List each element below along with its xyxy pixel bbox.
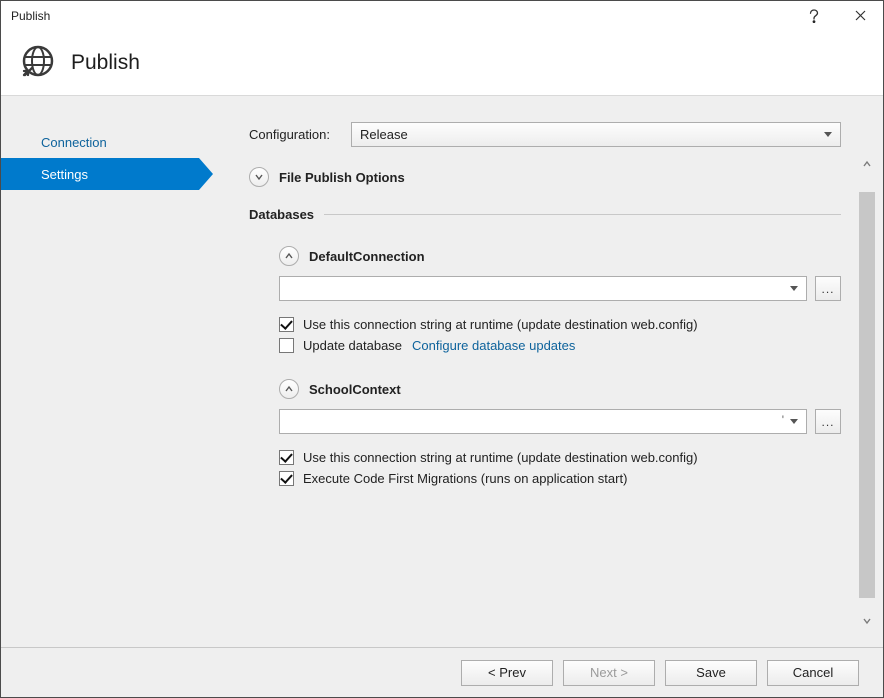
default-update-db-checkbox[interactable]	[279, 338, 294, 353]
school-context-header[interactable]: SchoolContext	[279, 379, 841, 399]
scrollbar-thumb[interactable]	[859, 192, 875, 598]
configuration-row: Configuration: Release	[249, 122, 841, 147]
vertical-scrollbar[interactable]	[859, 156, 875, 629]
scroll-down-icon[interactable]	[859, 613, 875, 629]
prev-button[interactable]: < Prev	[461, 660, 553, 686]
default-connection-browse-button[interactable]: ...	[815, 276, 841, 301]
nav-settings[interactable]: Settings	[1, 158, 199, 190]
default-connection-section: DefaultConnection ... Use this connectio…	[249, 246, 841, 353]
configuration-value: Release	[360, 127, 408, 142]
school-migrations-checkbox[interactable]	[279, 471, 294, 486]
title-bar: Publish	[1, 1, 883, 31]
school-context-title: SchoolContext	[309, 382, 401, 397]
default-use-runtime-label: Use this connection string at runtime (u…	[303, 317, 698, 332]
dialog-footer: < Prev Next > Save Cancel	[1, 647, 883, 697]
scroll-up-icon[interactable]	[859, 156, 875, 172]
wizard-nav: Connection Settings	[1, 96, 199, 647]
school-use-runtime-label: Use this connection string at runtime (u…	[303, 450, 698, 465]
window-title: Publish	[11, 9, 50, 23]
school-migrations-label: Execute Code First Migrations (runs on a…	[303, 471, 627, 486]
dialog-body: Connection Settings Configuration: Relea…	[1, 96, 883, 647]
cancel-button[interactable]: Cancel	[767, 660, 859, 686]
databases-header: Databases	[249, 207, 841, 222]
default-use-runtime-checkbox[interactable]	[279, 317, 294, 332]
banner-title: Publish	[71, 51, 140, 75]
school-use-runtime-checkbox[interactable]	[279, 450, 294, 465]
publish-dialog: Publish Publish Connection Settings	[0, 0, 884, 698]
default-connection-combo[interactable]	[279, 276, 807, 301]
globe-publish-icon	[21, 44, 55, 83]
file-publish-options-header[interactable]: File Publish Options	[249, 167, 841, 187]
school-context-combo[interactable]: '	[279, 409, 807, 434]
quote-icon: '	[782, 413, 784, 427]
divider	[324, 214, 841, 215]
default-update-db-label: Update database	[303, 338, 402, 353]
configure-db-updates-link[interactable]: Configure database updates	[412, 338, 575, 353]
close-button[interactable]	[837, 1, 883, 31]
school-context-section: SchoolContext ' ... Use this connection …	[249, 379, 841, 486]
databases-title: Databases	[249, 207, 314, 222]
help-button[interactable]	[791, 1, 837, 31]
settings-pane: Configuration: Release File Publish Opti…	[199, 96, 883, 647]
chevron-up-icon	[279, 379, 299, 399]
file-publish-options-title: File Publish Options	[279, 170, 405, 185]
default-connection-header[interactable]: DefaultConnection	[279, 246, 841, 266]
next-button: Next >	[563, 660, 655, 686]
chevron-up-icon	[279, 246, 299, 266]
default-connection-title: DefaultConnection	[309, 249, 425, 264]
school-context-browse-button[interactable]: ...	[815, 409, 841, 434]
configuration-label: Configuration:	[249, 127, 351, 142]
configuration-select[interactable]: Release	[351, 122, 841, 147]
nav-connection[interactable]: Connection	[1, 126, 199, 158]
chevron-down-icon	[249, 167, 269, 187]
save-button[interactable]: Save	[665, 660, 757, 686]
banner: Publish	[1, 31, 883, 96]
